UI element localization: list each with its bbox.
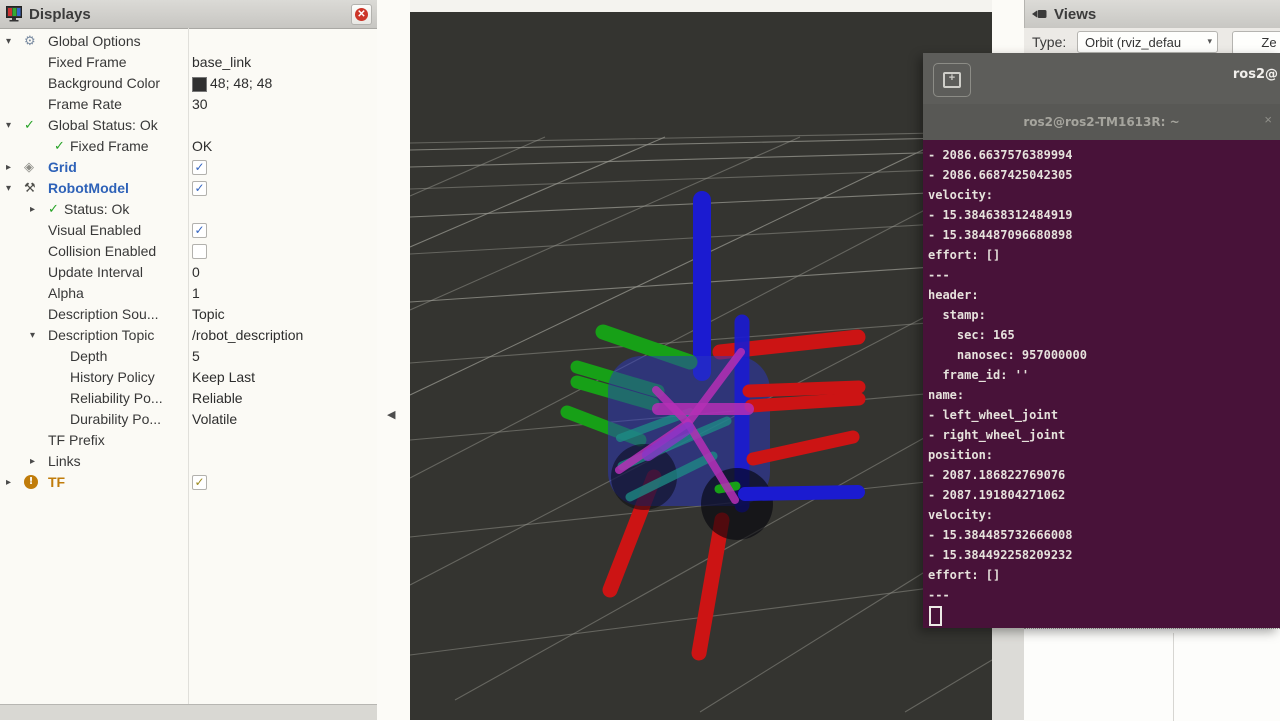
expander-right-icon[interactable]: ▸ bbox=[30, 451, 35, 472]
warning-icon: ! bbox=[24, 475, 38, 489]
color-swatch bbox=[192, 77, 207, 92]
views-camera-icon bbox=[1031, 6, 1048, 22]
property-value[interactable]: Volatile bbox=[192, 409, 237, 430]
tab-close-icon[interactable]: × bbox=[1264, 112, 1272, 127]
displays-panel-icon bbox=[6, 6, 23, 22]
property-value[interactable]: OK bbox=[192, 136, 212, 157]
property-value[interactable]: 30 bbox=[192, 94, 208, 115]
type-label: Type: bbox=[1032, 34, 1066, 50]
property-label: Description Sou... bbox=[48, 304, 159, 325]
views-list bbox=[1024, 628, 1280, 721]
chevron-down-icon: ▾ bbox=[1207, 32, 1212, 53]
property-label: History Policy bbox=[70, 367, 155, 388]
collapse-arrow-icon[interactable]: ◀ bbox=[387, 408, 395, 421]
new-tab-button[interactable]: + bbox=[933, 63, 971, 97]
panel-splitter[interactable]: ◀ bbox=[377, 0, 410, 720]
property-label: TF bbox=[48, 472, 65, 493]
property-value[interactable]: /robot_description bbox=[192, 325, 303, 346]
property-column-divider bbox=[188, 28, 189, 705]
property-label: Depth bbox=[70, 346, 107, 367]
rviz-window: Displays ✕ ▾⚙Global OptionsFixed Frameba… bbox=[0, 0, 1280, 720]
property-label: Alpha bbox=[48, 283, 84, 304]
expander-right-icon[interactable]: ▸ bbox=[6, 157, 11, 178]
views-panel-title: Views bbox=[1054, 6, 1096, 23]
terminal-tabbar: ros2@ros2-TM1613R: ~ × bbox=[923, 104, 1280, 140]
grid-icon: ◈ bbox=[24, 157, 34, 178]
expander-down-icon[interactable]: ▾ bbox=[30, 325, 35, 346]
property-value[interactable]: Keep Last bbox=[192, 367, 255, 388]
property-label: Grid bbox=[48, 157, 77, 178]
property-label: Collision Enabled bbox=[48, 241, 156, 262]
property-value[interactable]: 0 bbox=[192, 262, 200, 283]
checkbox-unchecked[interactable] bbox=[192, 244, 207, 259]
view-type-value: Orbit (rviz_defau bbox=[1085, 35, 1181, 50]
terminal-text: - 2086.6637576389994 - 2086.668742504230… bbox=[923, 140, 1280, 605]
property-value[interactable]: base_link bbox=[192, 52, 251, 73]
terminal-output[interactable]: - 2086.6637576389994 - 2086.668742504230… bbox=[923, 140, 1280, 628]
displays-panel-title: Displays bbox=[29, 6, 91, 23]
close-button[interactable]: ✕ bbox=[351, 4, 372, 25]
new-tab-icon: + bbox=[943, 72, 961, 88]
checkbox-checked[interactable]: ✓ bbox=[192, 160, 207, 175]
displays-panel: Displays ✕ ▾⚙Global OptionsFixed Frameba… bbox=[0, 0, 378, 720]
property-label: Description Topic bbox=[48, 325, 154, 346]
check-icon: ✓ bbox=[48, 199, 59, 220]
3d-viewport[interactable] bbox=[410, 12, 992, 720]
property-value[interactable]: 1 bbox=[192, 283, 200, 304]
view-type-dropdown[interactable]: Orbit (rviz_defau ▾ bbox=[1077, 31, 1218, 53]
views-column-divider bbox=[1173, 633, 1174, 721]
right-splitter[interactable] bbox=[992, 0, 1024, 57]
close-icon: ✕ bbox=[355, 8, 368, 21]
property-label: Global Options bbox=[48, 31, 141, 52]
expander-down-icon[interactable]: ▾ bbox=[6, 31, 11, 52]
property-label: Links bbox=[48, 451, 81, 472]
property-label: Fixed Frame bbox=[48, 52, 127, 73]
displays-titlebar[interactable]: Displays ✕ bbox=[0, 0, 377, 29]
property-label: Reliability Po... bbox=[70, 388, 163, 409]
robot-icon: ⚒ bbox=[24, 178, 36, 199]
check-icon: ✓ bbox=[24, 115, 35, 136]
property-value[interactable]: Reliable bbox=[192, 388, 243, 409]
checkbox-checked[interactable]: ✓ bbox=[192, 223, 207, 238]
zero-button[interactable]: Ze bbox=[1232, 31, 1280, 55]
checkbox-checked[interactable]: ✓ bbox=[192, 181, 207, 196]
property-label: Durability Po... bbox=[70, 409, 161, 430]
views-titlebar[interactable]: Views bbox=[1024, 0, 1280, 29]
property-value[interactable]: 5 bbox=[192, 346, 200, 367]
terminal-cursor bbox=[929, 606, 942, 626]
right-wheel bbox=[701, 468, 773, 540]
expander-right-icon[interactable]: ▸ bbox=[30, 199, 35, 220]
property-label: Background Color bbox=[48, 73, 160, 94]
terminal-titlebar[interactable]: + ros2@ bbox=[923, 53, 1280, 105]
right-splitter-lower[interactable] bbox=[992, 628, 1024, 720]
robot-model bbox=[567, 200, 859, 653]
checkbox-checked[interactable]: ✓ bbox=[192, 475, 207, 490]
property-value[interactable]: 48; 48; 48 bbox=[210, 73, 272, 94]
property-label: Status: Ok bbox=[64, 199, 129, 220]
property-label: Visual Enabled bbox=[48, 220, 141, 241]
terminal-tab[interactable]: ros2@ros2-TM1613R: ~ bbox=[1023, 115, 1179, 129]
displays-bottom-toolbar bbox=[0, 704, 377, 720]
terminal-window: + ros2@ ros2@ros2-TM1613R: ~ × - 2086.66… bbox=[923, 53, 1280, 628]
expander-right-icon[interactable]: ▸ bbox=[6, 472, 11, 493]
gear-icon: ⚙ bbox=[24, 31, 36, 52]
check-icon: ✓ bbox=[54, 136, 65, 157]
property-label: TF Prefix bbox=[48, 430, 105, 451]
terminal-title: ros2@ bbox=[1233, 67, 1278, 82]
expander-down-icon[interactable]: ▾ bbox=[6, 178, 11, 199]
property-label: Frame Rate bbox=[48, 94, 122, 115]
property-value[interactable]: Topic bbox=[192, 304, 225, 325]
property-label: RobotModel bbox=[48, 178, 129, 199]
property-label: Update Interval bbox=[48, 262, 143, 283]
property-label: Global Status: Ok bbox=[48, 115, 158, 136]
property-label: Fixed Frame bbox=[70, 136, 149, 157]
expander-down-icon[interactable]: ▾ bbox=[6, 115, 11, 136]
